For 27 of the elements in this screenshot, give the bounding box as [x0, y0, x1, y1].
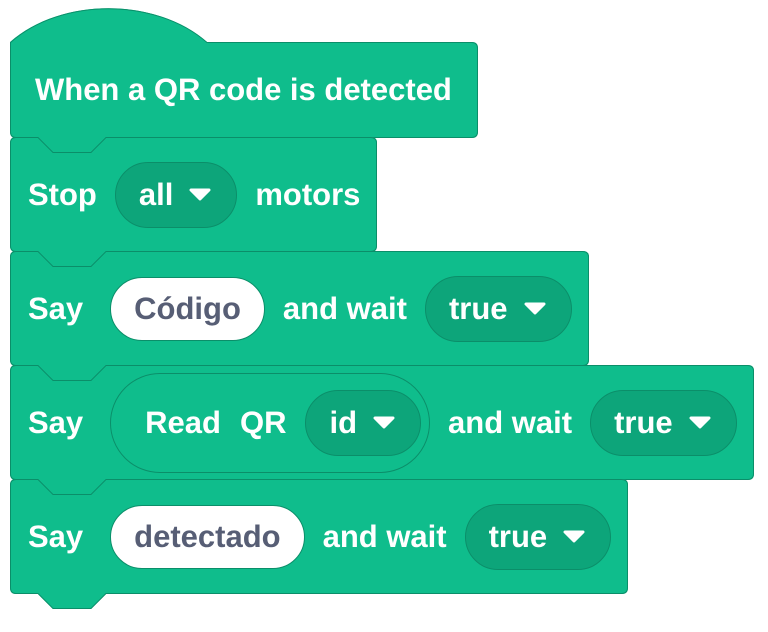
- hat-block[interactable]: When a QR code is detected: [10, 8, 478, 138]
- block-label: and wait: [448, 404, 572, 440]
- dropdown[interactable]: true: [424, 276, 572, 342]
- caret-down-icon: [688, 416, 711, 429]
- block-label: Stop: [28, 176, 97, 212]
- block-label: Say: [28, 404, 84, 440]
- code-block[interactable]: Stop all motors: [10, 137, 378, 252]
- caret-down-icon: [189, 188, 212, 201]
- caret-down-icon: [373, 416, 396, 429]
- block-label: Read: [145, 404, 221, 440]
- block-label: and wait: [282, 290, 407, 326]
- block-label: When a QR code is detected: [35, 72, 452, 108]
- dropdown[interactable]: true: [590, 390, 737, 456]
- code-block[interactable]: Say Read QR id and wait true: [10, 365, 754, 480]
- block-label: and wait: [322, 518, 447, 554]
- text-input[interactable]: Código: [110, 276, 265, 340]
- code-block[interactable]: Say detectado and wait true: [10, 479, 628, 609]
- caret-down-icon: [524, 302, 546, 315]
- block-label: Say: [28, 518, 84, 554]
- code-block[interactable]: Say Código and wait true: [10, 251, 589, 366]
- text-input[interactable]: detectado: [110, 504, 305, 568]
- block-label: Say: [28, 290, 84, 326]
- dropdown[interactable]: id: [305, 390, 422, 456]
- block-label: QR: [240, 404, 286, 440]
- reporter-block[interactable]: Read QR id: [110, 372, 430, 472]
- block-label: motors: [255, 176, 360, 212]
- caret-down-icon: [563, 530, 586, 543]
